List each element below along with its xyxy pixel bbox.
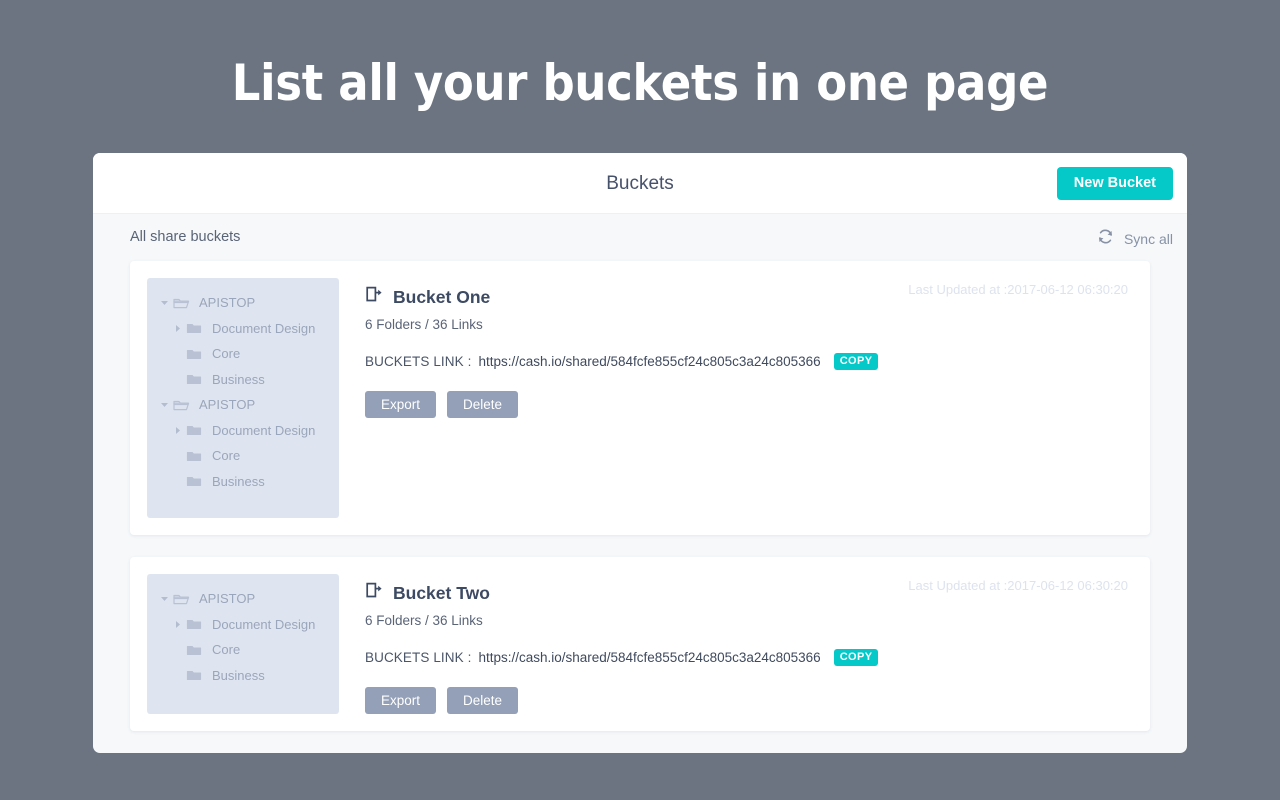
subheader: All share buckets Sync all — [93, 214, 1187, 261]
buckets-list: APISTOP Document Design Core Business AP… — [93, 261, 1187, 731]
folder-icon — [186, 347, 204, 361]
all-share-buckets-label: All share buckets — [130, 229, 241, 245]
tree-item-label: Business — [212, 473, 265, 489]
folder-icon — [186, 474, 204, 488]
folder-open-icon — [173, 398, 191, 412]
tree-row[interactable]: Business — [147, 469, 339, 495]
tree-row[interactable]: Core — [147, 637, 339, 663]
refresh-icon — [1096, 227, 1115, 251]
bucket-actions: Export Delete — [365, 687, 1133, 714]
bucket-name: Bucket Two — [393, 582, 490, 603]
tree-row[interactable]: APISTOP — [147, 586, 339, 612]
export-button[interactable]: Export — [365, 687, 437, 714]
folder-icon — [186, 423, 204, 437]
bucket-link-url[interactable]: https://cash.io/shared/584fcfe855cf24c80… — [478, 650, 820, 665]
share-document-icon — [365, 285, 384, 309]
sync-all-button[interactable]: Sync all — [1096, 227, 1173, 251]
folder-open-icon — [173, 296, 191, 310]
bucket-card[interactable]: APISTOP Document Design — [130, 261, 1150, 535]
bucket-details: Last Updated at :2017-06-12 06:30:20 Buc… — [339, 278, 1133, 518]
tree-item-label: Core — [212, 448, 241, 464]
new-bucket-button[interactable]: New Bucket — [1056, 167, 1173, 200]
tree-item-label: APISTOP — [199, 295, 256, 311]
tree-row[interactable]: APISTOP — [147, 290, 339, 316]
folder-icon — [186, 617, 204, 631]
bucket-link-label: BUCKETS LINK : — [365, 650, 472, 665]
folder-icon — [186, 372, 204, 386]
folder-open-icon — [173, 592, 191, 606]
bucket-link-url[interactable]: https://cash.io/shared/584fcfe855cf24c80… — [478, 354, 820, 369]
caret-right-icon[interactable] — [173, 426, 186, 435]
bucket-link-row: BUCKETS LINK : https://cash.io/shared/58… — [365, 353, 1133, 370]
share-document-icon — [365, 581, 384, 605]
tree-item-label: Business — [212, 371, 265, 387]
caret-right-icon[interactable] — [173, 324, 186, 333]
folder-icon — [186, 321, 204, 335]
tree-item-label: Core — [212, 642, 241, 658]
sync-all-label: Sync all — [1123, 231, 1173, 247]
tree-row[interactable]: Document Design — [147, 418, 339, 444]
caret-right-icon[interactable] — [173, 620, 186, 629]
tree-item-label: APISTOP — [199, 591, 256, 607]
bucket-link-label: BUCKETS LINK : — [365, 354, 472, 369]
tree-row[interactable]: Document Design — [147, 612, 339, 638]
bucket-meta: 6 Folders / 36 Links — [365, 317, 483, 332]
tree-item-label: Document Design — [212, 422, 316, 438]
tree-row[interactable]: Core — [147, 341, 339, 367]
caret-down-icon[interactable] — [160, 400, 173, 409]
folder-icon — [186, 449, 204, 463]
bucket-details: Last Updated at :2017-06-12 06:30:20 Buc… — [339, 574, 1133, 714]
tree-row[interactable]: Document Design — [147, 316, 339, 342]
bucket-meta: 6 Folders / 36 Links — [365, 613, 483, 628]
bucket-name: Bucket One — [393, 286, 491, 307]
app-header: Buckets New Bucket — [93, 153, 1187, 214]
tree-row[interactable]: APISTOP — [147, 392, 339, 418]
caret-down-icon[interactable] — [160, 298, 173, 307]
last-updated-timestamp: Last Updated at :2017-06-12 06:30:20 — [908, 578, 1128, 593]
folder-tree-panel: APISTOP Document Design — [147, 278, 339, 518]
export-button[interactable]: Export — [365, 391, 437, 418]
copy-button[interactable]: COPY — [833, 649, 879, 666]
folder-tree-panel: APISTOP Document Design — [147, 574, 339, 714]
tree-item-label: APISTOP — [199, 397, 256, 413]
bucket-card[interactable]: APISTOP Document Design — [130, 557, 1150, 731]
tree-row[interactable]: Business — [147, 367, 339, 393]
page-headline: List all your buckets in one page — [231, 54, 1049, 112]
tree-item-label: Document Design — [212, 616, 316, 632]
tree-item-label: Core — [212, 346, 241, 362]
delete-button[interactable]: Delete — [447, 687, 519, 714]
delete-button[interactable]: Delete — [447, 391, 519, 418]
folder-icon — [186, 643, 204, 657]
last-updated-timestamp: Last Updated at :2017-06-12 06:30:20 — [908, 282, 1128, 297]
tree-item-label: Document Design — [212, 320, 316, 336]
page-title: Buckets — [606, 173, 674, 194]
copy-button[interactable]: COPY — [833, 353, 879, 370]
bucket-link-row: BUCKETS LINK : https://cash.io/shared/58… — [365, 649, 1133, 666]
folder-icon — [186, 668, 204, 682]
bucket-actions: Export Delete — [365, 391, 1133, 418]
hero-section: List all your buckets in one page — [0, 0, 1280, 108]
app-window: Buckets New Bucket All share buckets Syn… — [93, 153, 1187, 753]
tree-row[interactable]: Core — [147, 443, 339, 469]
caret-down-icon[interactable] — [160, 594, 173, 603]
tree-row[interactable]: Business — [147, 663, 339, 689]
tree-item-label: Business — [212, 667, 265, 683]
